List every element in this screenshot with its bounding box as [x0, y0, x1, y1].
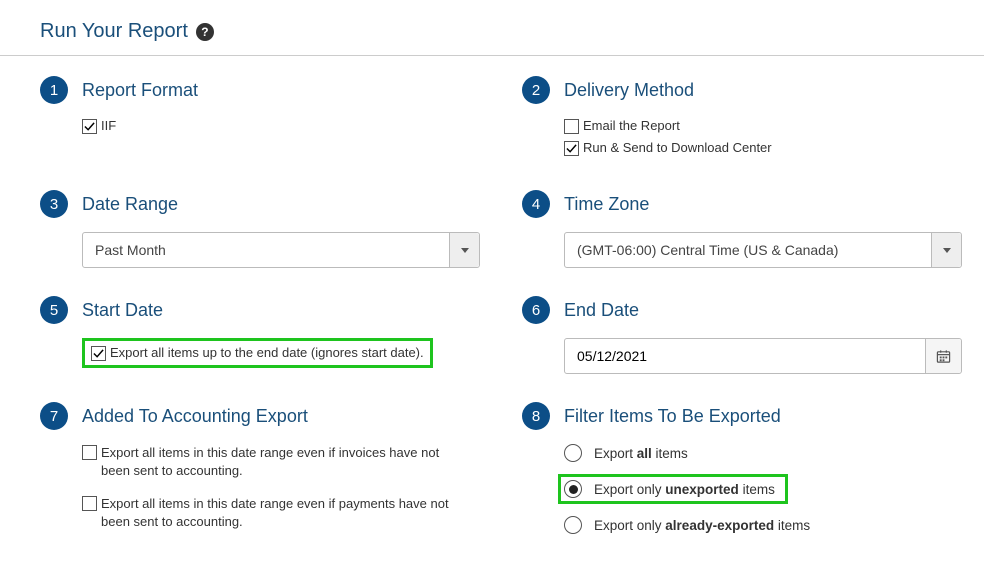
date-range-value: Past Month — [83, 233, 449, 267]
section-report-format: 1 Report Format IIF — [40, 76, 492, 162]
form-grid: 1 Report Format IIF 2 Delivery Method Em… — [40, 76, 974, 546]
calendar-icon[interactable] — [925, 339, 961, 373]
export-payments-checkbox[interactable] — [82, 496, 97, 511]
iif-checkbox[interactable] — [82, 119, 97, 134]
section-start-date: 5 Start Date Export all items up to the … — [40, 296, 492, 374]
step-badge: 5 — [40, 296, 68, 324]
section-filter-items: 8 Filter Items To Be Exported Export all… — [522, 402, 974, 546]
section-end-date: 6 End Date — [522, 296, 974, 374]
export-invoices-checkbox[interactable] — [82, 445, 97, 460]
time-zone-value: (GMT-06:00) Central Time (US & Canada) — [565, 233, 931, 267]
export-already-exported-label: Export only already-exported items — [594, 518, 810, 533]
end-date-input[interactable] — [565, 339, 925, 373]
email-report-checkbox[interactable] — [564, 119, 579, 134]
export-unexported-radio[interactable] — [564, 480, 582, 498]
export-already-exported-radio[interactable] — [564, 516, 582, 534]
page-title-text: Run Your Report — [40, 20, 188, 43]
section-title: Filter Items To Be Exported — [564, 406, 781, 427]
step-badge: 8 — [522, 402, 550, 430]
divider — [0, 55, 984, 56]
export-all-radio[interactable] — [564, 444, 582, 462]
section-title: End Date — [564, 300, 639, 321]
section-title: Date Range — [82, 194, 178, 215]
date-range-select[interactable]: Past Month — [82, 232, 480, 268]
start-date-highlight: Export all items up to the end date (ign… — [82, 338, 433, 368]
chevron-down-icon — [931, 233, 961, 267]
ignore-start-date-label: Export all items up to the end date (ign… — [110, 345, 424, 360]
export-payments-label: Export all items in this date range even… — [101, 495, 461, 530]
download-center-label: Run & Send to Download Center — [583, 140, 772, 155]
section-title: Added To Accounting Export — [82, 406, 308, 427]
email-report-label: Email the Report — [583, 118, 680, 133]
section-title: Report Format — [82, 80, 198, 101]
section-time-zone: 4 Time Zone (GMT-06:00) Central Time (US… — [522, 190, 974, 268]
iif-label: IIF — [101, 118, 116, 133]
page-title: Run Your Report ? — [40, 20, 974, 43]
unexported-highlight: Export only unexported items — [558, 474, 788, 504]
download-center-checkbox[interactable] — [564, 141, 579, 156]
chevron-down-icon — [449, 233, 479, 267]
step-badge: 2 — [522, 76, 550, 104]
step-badge: 6 — [522, 296, 550, 324]
ignore-start-date-checkbox[interactable] — [91, 346, 106, 361]
step-badge: 7 — [40, 402, 68, 430]
section-delivery-method: 2 Delivery Method Email the Report Run &… — [522, 76, 974, 162]
step-badge: 4 — [522, 190, 550, 218]
time-zone-select[interactable]: (GMT-06:00) Central Time (US & Canada) — [564, 232, 962, 268]
step-badge: 1 — [40, 76, 68, 104]
export-all-label: Export all items — [594, 446, 688, 461]
step-badge: 3 — [40, 190, 68, 218]
export-unexported-label: Export only unexported items — [594, 482, 775, 497]
section-date-range: 3 Date Range Past Month — [40, 190, 492, 268]
help-icon[interactable]: ? — [196, 23, 214, 41]
section-title: Delivery Method — [564, 80, 694, 101]
section-title: Time Zone — [564, 194, 649, 215]
section-accounting-export: 7 Added To Accounting Export Export all … — [40, 402, 492, 546]
export-invoices-label: Export all items in this date range even… — [101, 444, 461, 479]
end-date-input-group — [564, 338, 962, 374]
section-title: Start Date — [82, 300, 163, 321]
